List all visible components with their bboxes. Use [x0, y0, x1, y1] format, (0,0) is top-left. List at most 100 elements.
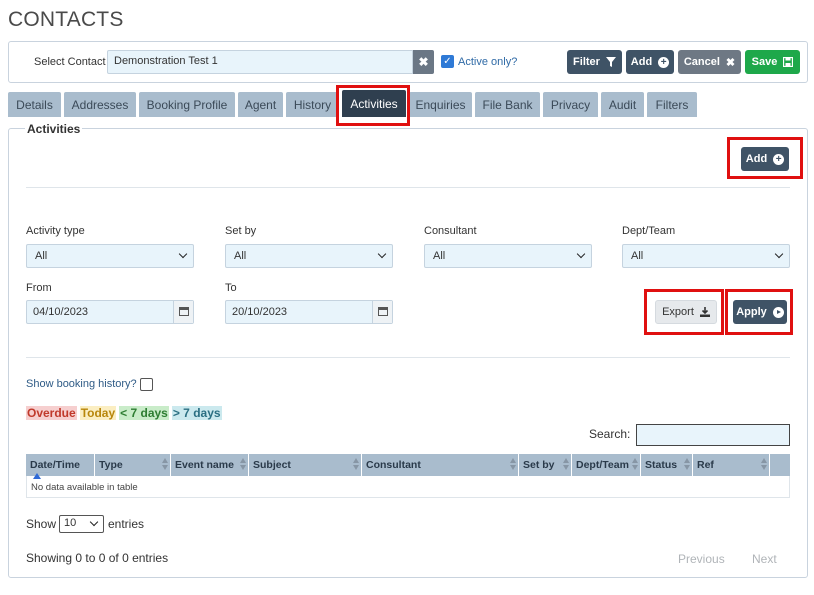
active-only-checkbox[interactable]: ✓ [441, 55, 454, 68]
activity-type-select[interactable]: All [26, 244, 194, 268]
page-size-select[interactable]: 10 [59, 515, 104, 533]
dept-team-select[interactable]: All [622, 244, 790, 268]
due-legend: Overdue Today < 7 days > 7 days [26, 406, 222, 420]
add-contact-label: Add [630, 56, 653, 68]
tab-booking-profile[interactable]: Booking Profile [139, 92, 235, 117]
column-label: Type [99, 459, 123, 471]
page-size-value: 10 [64, 517, 77, 529]
tab-privacy[interactable]: Privacy [543, 92, 598, 117]
divider [26, 357, 790, 358]
plus-circle-icon: + [658, 56, 670, 68]
column-header-set-by[interactable]: Set by [519, 454, 572, 476]
highlight-box [336, 85, 410, 126]
chevron-down-icon [89, 517, 99, 527]
column-label: Event name [175, 459, 234, 471]
next-page-button[interactable]: Next [752, 552, 777, 566]
search-input[interactable] [636, 424, 790, 446]
column-header-subject[interactable]: Subject [249, 454, 362, 476]
table-info: Showing 0 to 0 of 0 entries [26, 551, 169, 565]
column-label: Subject [253, 459, 291, 471]
search-label: Search: [589, 427, 631, 441]
legend-overdue: Overdue [26, 406, 77, 420]
tab-filters[interactable]: Filters [647, 92, 697, 117]
column-header-type[interactable]: Type [95, 454, 171, 476]
show-booking-history-label: Show booking history? [26, 378, 137, 390]
table-header: Date/Time Type Event name Subject Consul… [26, 454, 790, 479]
column-header-ref[interactable]: Ref [693, 454, 770, 476]
set-by-value: All [234, 250, 247, 262]
save-button[interactable]: Save [745, 50, 800, 74]
column-label: Dept/Team [576, 459, 629, 471]
to-date-value: 20/10/2023 [232, 306, 288, 318]
set-by-select[interactable]: All [225, 244, 393, 268]
to-label: To [225, 282, 237, 294]
from-date-input[interactable]: 04/10/2023 [26, 300, 194, 324]
column-header-status[interactable]: Status [641, 454, 693, 476]
tab-enquiries[interactable]: Enquiries [409, 92, 472, 117]
column-label: Status [645, 459, 678, 471]
add-contact-button[interactable]: Add + [626, 50, 674, 74]
cancel-button[interactable]: Cancel ✖ [678, 50, 741, 74]
table-empty-row: No data available in table [26, 476, 790, 498]
previous-page-button[interactable]: Previous [678, 552, 725, 566]
filter-button-label: Filter [573, 56, 600, 68]
consultant-value: All [433, 250, 446, 262]
column-header-dept-team[interactable]: Dept/Team [572, 454, 641, 476]
calendar-icon [179, 307, 189, 316]
to-date-input[interactable]: 20/10/2023 [225, 300, 393, 324]
entries-label: entries [108, 517, 145, 531]
save-button-label: Save [751, 56, 778, 68]
from-label: From [26, 282, 52, 294]
tab-audit[interactable]: Audit [601, 92, 644, 117]
activity-type-value: All [35, 250, 48, 262]
floppy-disk-icon [783, 57, 794, 67]
cancel-button-label: Cancel [683, 56, 720, 68]
calendar-icon [378, 307, 388, 316]
consultant-label: Consultant [424, 225, 477, 237]
funnel-icon [605, 57, 616, 67]
from-calendar-button[interactable] [173, 301, 193, 323]
select-contact-label: Select Contact [34, 56, 106, 68]
close-icon: ✖ [418, 55, 429, 69]
legend-gt-7-days: > 7 days [171, 406, 222, 420]
show-booking-history-checkbox[interactable] [140, 378, 153, 391]
chevron-down-icon [377, 249, 387, 259]
highlight-box [644, 289, 724, 335]
tab-addresses[interactable]: Addresses [64, 92, 136, 117]
contact-input[interactable]: Demonstration Test 1 [107, 50, 413, 74]
chevron-down-icon [178, 249, 188, 259]
divider [26, 187, 790, 188]
to-calendar-button[interactable] [372, 301, 392, 323]
close-icon: ✖ [725, 56, 736, 69]
chevron-down-icon [576, 249, 586, 259]
column-header-date-time[interactable]: Date/Time [26, 454, 95, 479]
activities-panel [8, 128, 808, 578]
from-date-value: 04/10/2023 [33, 306, 89, 318]
contact-selector-bar: Select Contact Demonstration Test 1 ✖ ✓ … [8, 41, 808, 83]
dept-team-value: All [631, 250, 644, 262]
tab-agent[interactable]: Agent [238, 92, 283, 117]
chevron-down-icon [774, 249, 784, 259]
clear-contact-button[interactable]: ✖ [413, 50, 434, 74]
highlight-box [725, 289, 793, 335]
tab-details[interactable]: Details [8, 92, 61, 117]
activity-type-label: Activity type [26, 225, 85, 237]
column-label: Consultant [366, 459, 421, 471]
active-only-label: Active only? [458, 56, 518, 68]
tab-file-bank[interactable]: File Bank [475, 92, 540, 117]
highlight-box [727, 137, 803, 179]
column-label: Date/Time [30, 459, 80, 471]
legend-today: Today [79, 406, 117, 420]
consultant-select[interactable]: All [424, 244, 592, 268]
column-header-consultant[interactable]: Consultant [362, 454, 519, 476]
legend-lt-7-days: < 7 days [119, 406, 169, 420]
set-by-label: Set by [225, 225, 257, 237]
tab-history[interactable]: History [286, 92, 339, 117]
filter-button[interactable]: Filter [567, 50, 622, 74]
show-label: Show [26, 517, 57, 531]
activities-section-title: Activities [25, 122, 83, 136]
column-label: Ref [697, 459, 714, 471]
column-label: Set by [523, 459, 555, 471]
column-header-event-name[interactable]: Event name [171, 454, 249, 476]
dept-team-label: Dept/Team [622, 225, 676, 237]
